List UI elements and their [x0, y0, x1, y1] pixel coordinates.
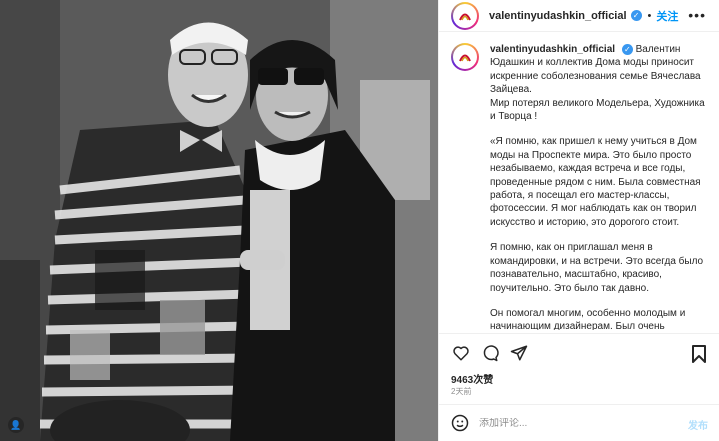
caption-paragraph: «Я помню, как пришел к нему учиться в До…: [490, 136, 701, 228]
comment-input[interactable]: [479, 417, 659, 429]
action-bar: [439, 333, 719, 371]
caption-text: valentinyudashkin_official ✓ Валентин Юд…: [490, 43, 708, 330]
caption-avatar[interactable]: [451, 43, 479, 71]
verified-badge-icon: ✓: [621, 44, 633, 55]
avatar-logo-icon: [453, 45, 477, 69]
verified-badge-icon: ✓: [630, 10, 642, 21]
caption-paragraph: Он помогал многим, особенно молодым и на…: [490, 307, 686, 330]
follow-button[interactable]: 关注: [656, 8, 678, 24]
send-icon[interactable]: [509, 343, 529, 363]
comment-icon[interactable]: [480, 343, 500, 363]
caption-area[interactable]: valentinyudashkin_official ✓ Валентин Юд…: [439, 33, 719, 330]
header-username[interactable]: valentinyudashkin_official: [489, 10, 627, 22]
caption-paragraph: Я помню, как он приглашал меня в команди…: [490, 242, 704, 294]
avatar-logo-icon: [453, 3, 477, 28]
post-sidebar: valentinyudashkin_official ✓ • 关注 ••• va…: [438, 0, 719, 441]
post-header: valentinyudashkin_official ✓ • 关注 •••: [439, 0, 719, 32]
caption-username[interactable]: valentinyudashkin_official: [490, 44, 615, 55]
likes-count[interactable]: 9463次赞: [451, 371, 493, 386]
post-date[interactable]: 2天前: [451, 386, 471, 397]
photo-tag-icon[interactable]: 👤: [8, 417, 24, 433]
smiley-icon[interactable]: [451, 414, 469, 432]
post-button[interactable]: 发布: [688, 417, 708, 432]
post-photo[interactable]: 👤: [0, 0, 438, 441]
header-separator: •: [647, 9, 652, 22]
avatar[interactable]: [451, 1, 479, 30]
comment-bar: 发布: [439, 404, 719, 441]
more-options-icon[interactable]: •••: [688, 8, 706, 22]
photo-illustration: [0, 0, 438, 441]
heart-icon[interactable]: [451, 343, 471, 363]
caption-paragraph: Валентин Юдашкин и коллектив Дома моды п…: [490, 44, 705, 123]
bookmark-icon[interactable]: [690, 344, 708, 364]
